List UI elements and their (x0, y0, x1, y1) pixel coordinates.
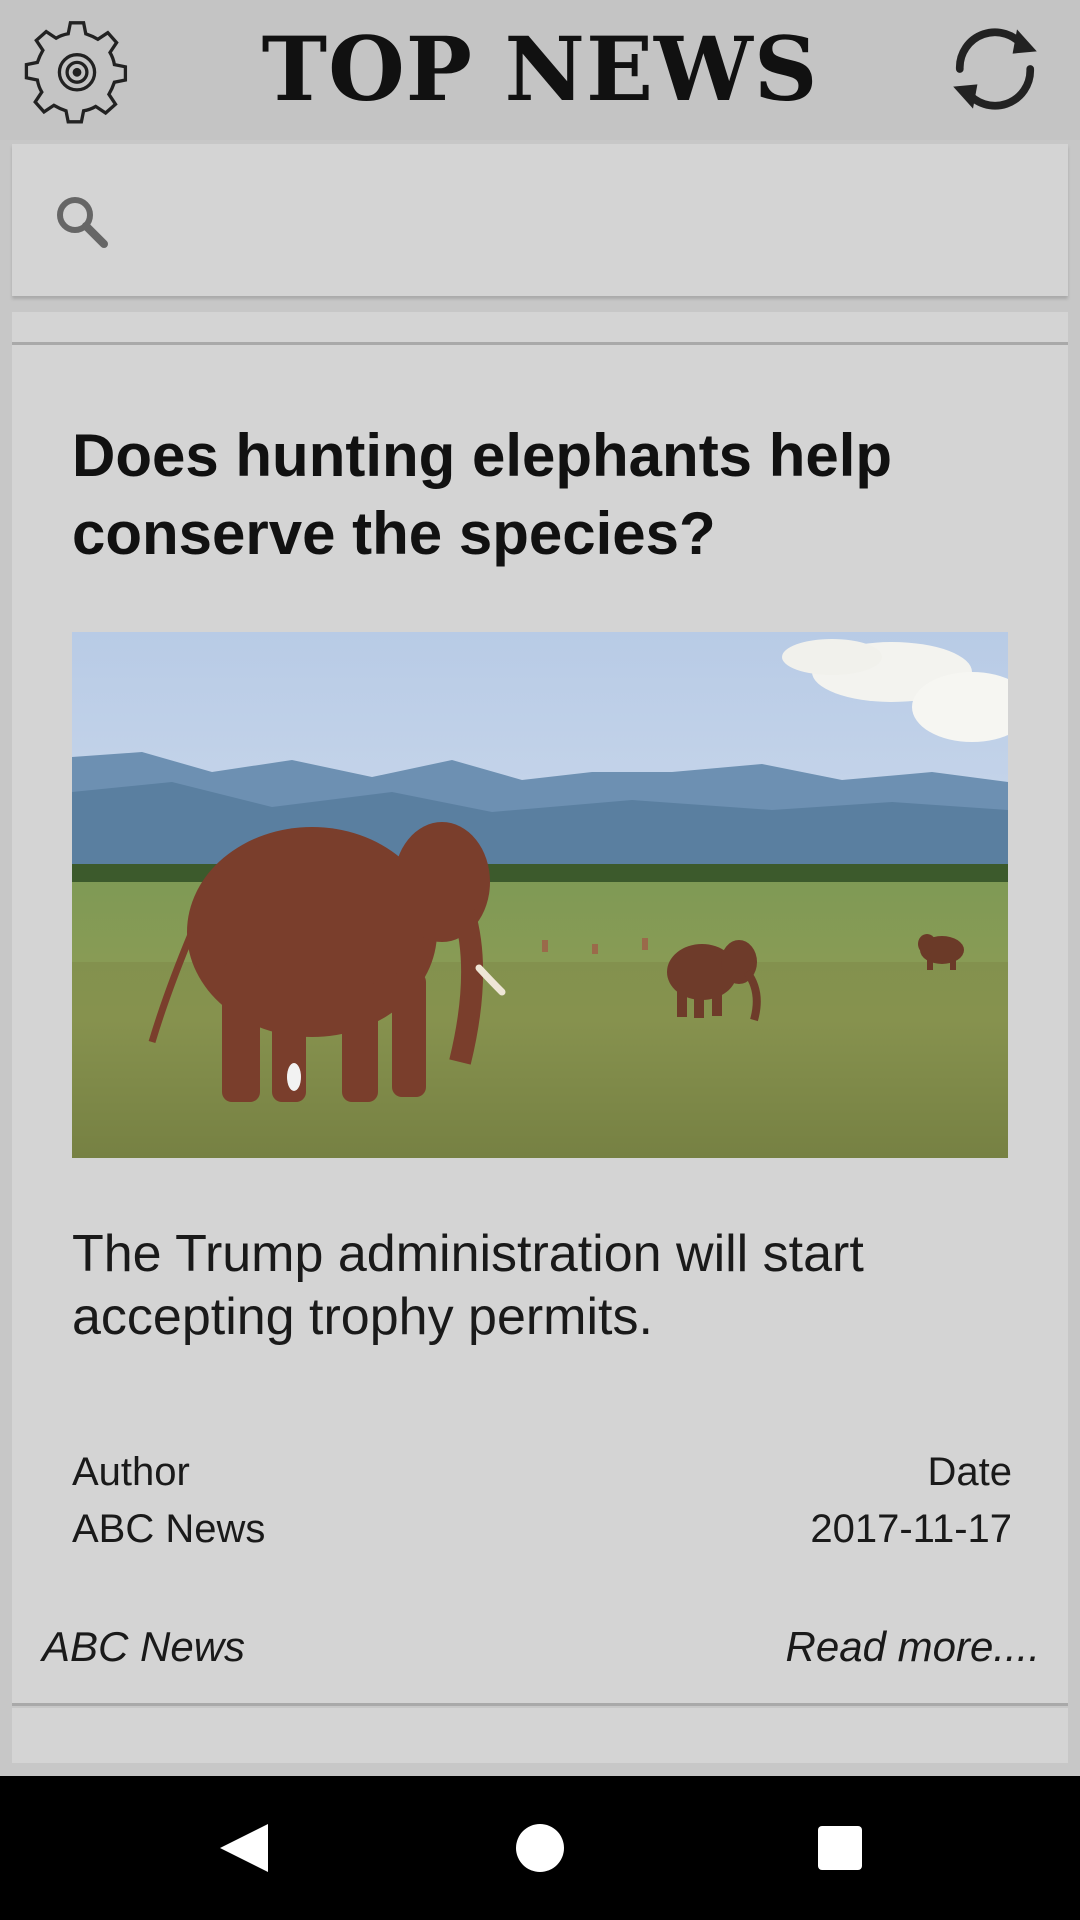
previous-card-edge (12, 312, 1068, 345)
system-navigation-bar (0, 1776, 1080, 1920)
date-value: 2017-11-17 (810, 1507, 1012, 1551)
news-card[interactable]: Does hunting elephants help conserve the… (12, 345, 1068, 1706)
read-more-link[interactable]: Read more.... (786, 1623, 1040, 1671)
search-icon[interactable] (50, 190, 114, 254)
refresh-button[interactable] (940, 14, 1050, 124)
app-title: TOP NEWS (261, 17, 819, 121)
search-bar[interactable] (12, 144, 1068, 296)
app-bar: TOP NEWS (0, 0, 1080, 140)
author-label: Author (72, 1450, 190, 1494)
date-label: Date (927, 1450, 1013, 1494)
home-circle-icon[interactable] (498, 1806, 582, 1890)
article-image[interactable] (72, 632, 1008, 1158)
source-link[interactable]: ABC News (42, 1623, 245, 1671)
article-summary: The Trump administration will start acce… (72, 1225, 864, 1346)
recents-square-icon[interactable] (798, 1806, 882, 1890)
back-triangle-icon[interactable] (200, 1806, 284, 1890)
author-value: ABC News (72, 1507, 266, 1551)
photo-elephants-savanna (72, 632, 1008, 1158)
refresh-icon (953, 28, 1037, 110)
article-headline[interactable]: Does hunting elephants help conserve the… (72, 417, 1012, 573)
next-card-edge (12, 1708, 1068, 1763)
